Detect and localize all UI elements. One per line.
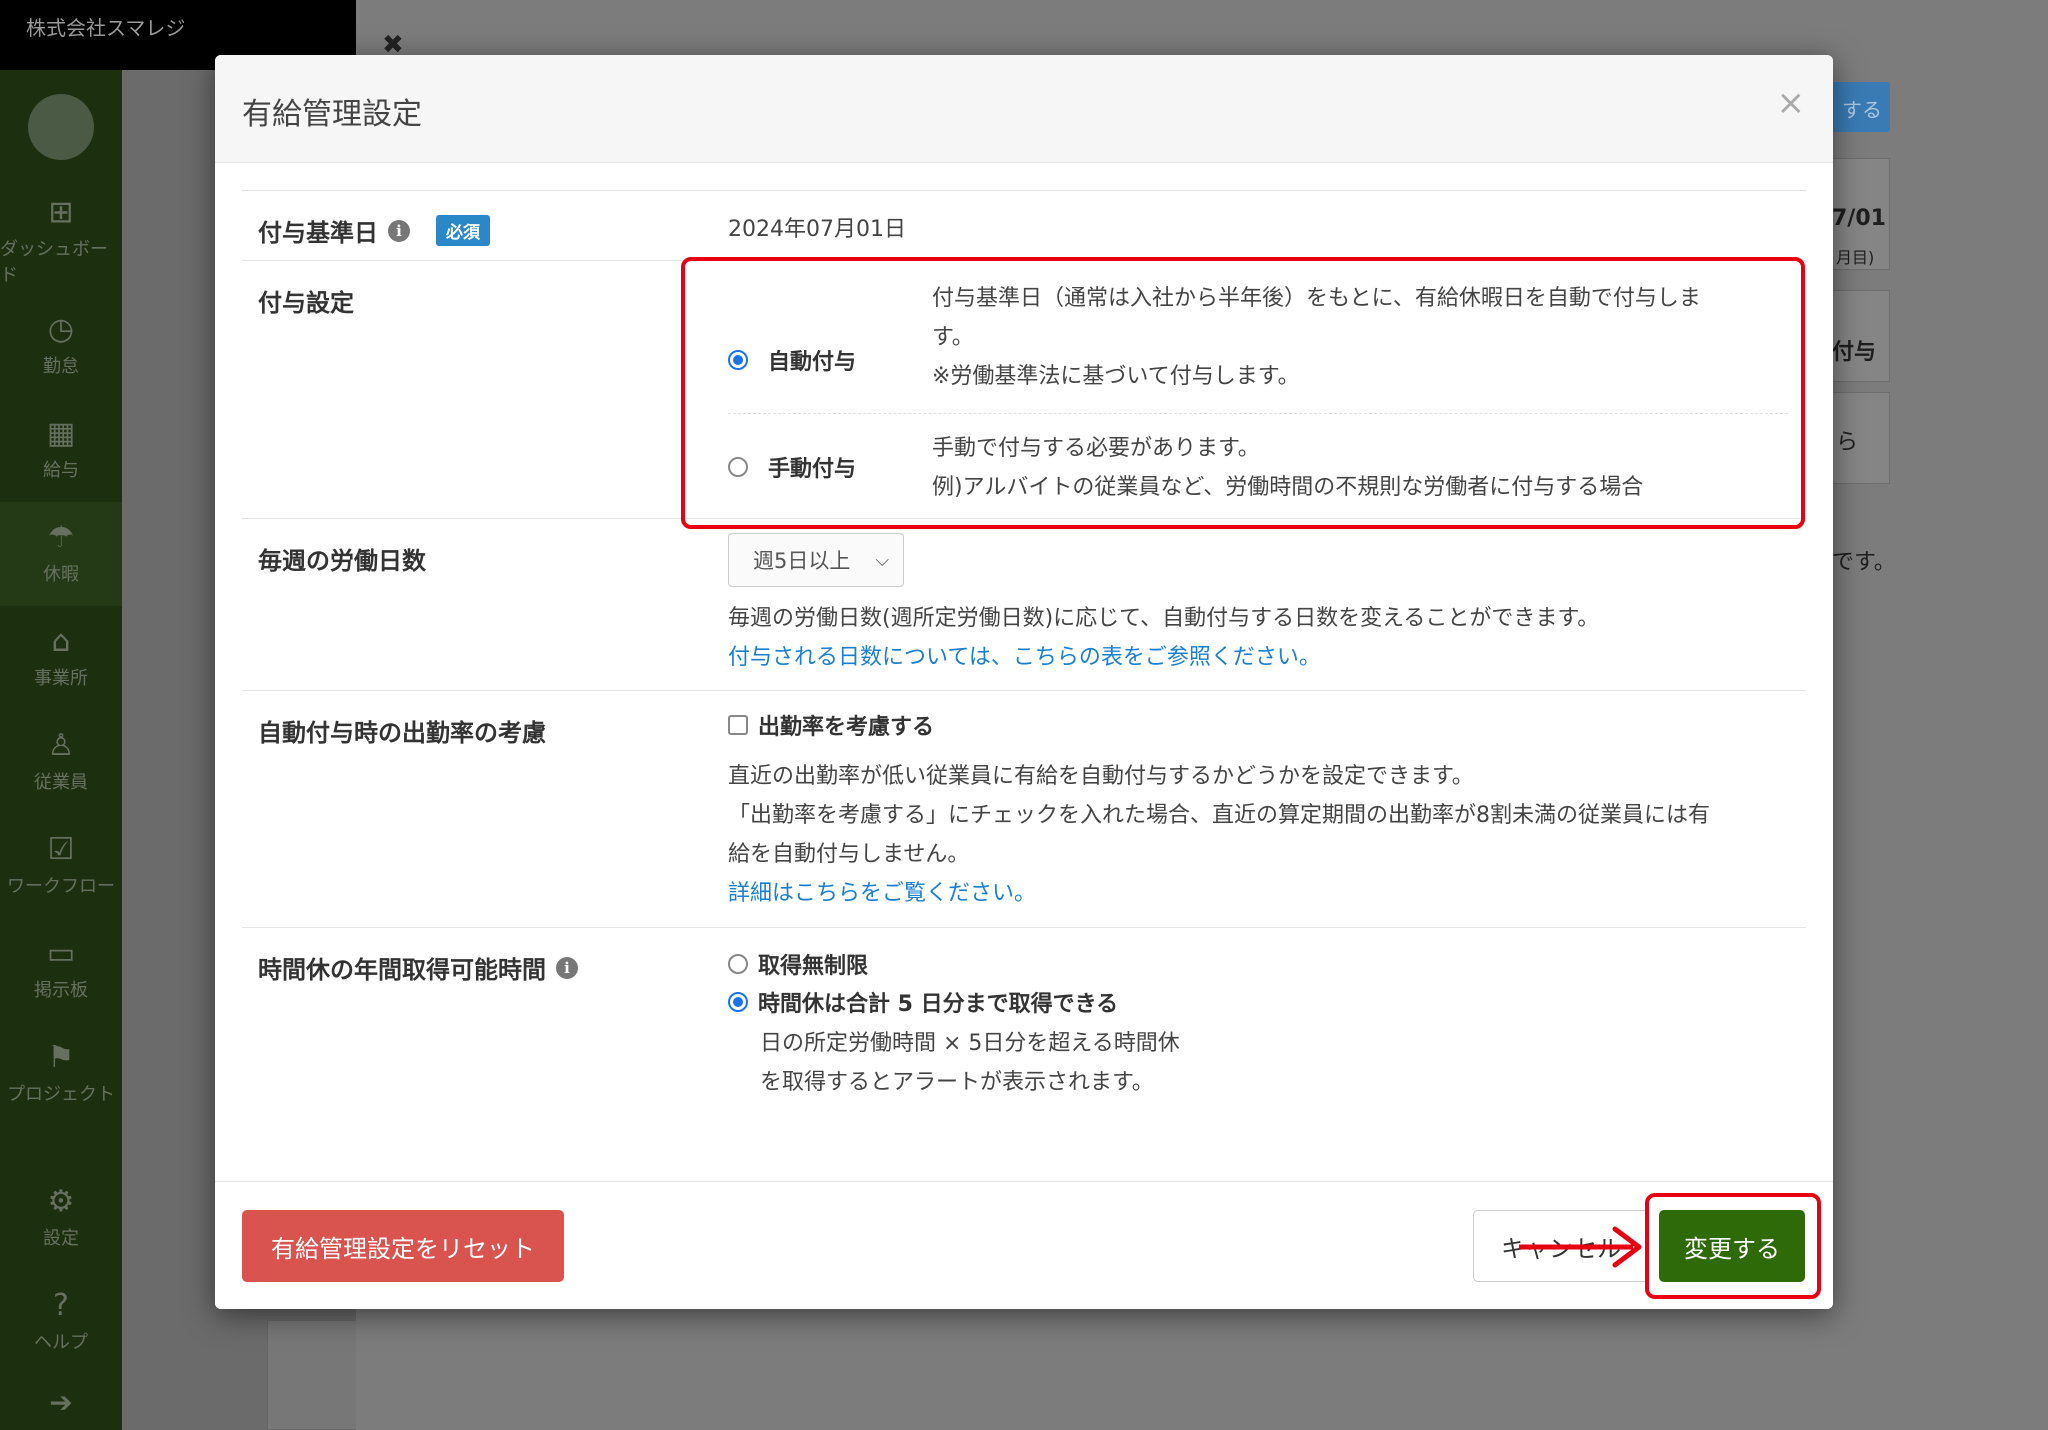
hourly-leave-note-line: を取得するとアラートが表示されます。 (760, 1070, 1154, 1095)
weekly-days-selected: 週5日以上 (753, 549, 851, 573)
sidebar-item[interactable]: ▦ 給与 (0, 398, 122, 502)
help-icon: ? (53, 1288, 69, 1323)
umbrella-icon: ☂ (47, 520, 75, 555)
sidebar-item[interactable]: ☑ ワークフロー (0, 814, 122, 918)
attendance-rate-checkbox-group[interactable]: 出勤率を考慮する (728, 709, 934, 741)
background-copy-fragment: ら (1836, 430, 1859, 455)
sidebar-item-label: 事業所 (34, 668, 88, 689)
sidebar-item[interactable]: ? ヘルプ (0, 1270, 122, 1374)
info-icon[interactable]: i (556, 956, 578, 979)
sidebar-item[interactable]: ☂ 休暇 (0, 502, 122, 606)
modal-header: 有給管理設定 × (215, 55, 1833, 163)
attendance-rate-desc-line: 「出勤率を考慮する」にチェックを入れた場合、直近の算定期間の出勤率が8割未満の従… (728, 803, 1711, 828)
sidebar-item[interactable]: ⌂ 事業所 (0, 606, 122, 710)
attendance-rate-help: 直近の出勤率が低い従業員に有給を自動付与するかどうかを設定できます。 「出勤率を… (728, 757, 1788, 913)
sidebar-item-label: ワークフロー (7, 876, 115, 897)
hourly-leave-label: 時間休の年間取得可能時間 i (258, 950, 578, 985)
sidebar-item[interactable]: ⊞ ダッシュボード (0, 190, 122, 294)
weekly-days-select[interactable]: 週5日以上 ⌵ (728, 533, 904, 587)
modal-title: 有給管理設定 (242, 97, 422, 132)
hourly-leave-limited-label: 時間休は合計 5 日分まで取得できる (758, 992, 1119, 1017)
hourly-leave-note-line: 日の所定労働時間 × 5日分を超える時間休 (760, 1031, 1180, 1056)
attendance-rate-desc-line: 直近の出勤率が低い従業員に有給を自動付与するかどうかを設定できます。 (728, 764, 1474, 789)
attendance-rate-details-link[interactable]: 詳細はこちらをご覧ください。 (728, 874, 1788, 913)
hourly-leave-unlimited-label: 取得無制限 (758, 954, 869, 979)
grant-base-date-row: 付与基準日 i 必須 2024年07月01日 (242, 190, 1806, 260)
submit-highlight (1645, 1193, 1821, 1299)
sidebar-item[interactable]: ⚙ 設定 (0, 1166, 122, 1270)
sidebar-item-label: ダッシュボード (0, 239, 108, 286)
sidebar-item-label: 給与 (43, 460, 79, 481)
sidebar-item-label: 従業員 (34, 772, 88, 793)
info-icon[interactable]: i (388, 219, 410, 242)
sidebar-item[interactable]: ▭ 掲示板 (0, 918, 122, 1022)
sidebar-item[interactable]: ♙ 従業員 (0, 710, 122, 814)
sidebar-item-label: 休暇 (43, 564, 79, 585)
sidebar-item-label: 掲示板 (34, 980, 88, 1001)
dashboard-icon: ⊞ (48, 195, 74, 230)
hourly-leave-note: 日の所定労働時間 × 5日分を超える時間休 を取得するとアラートが表示されます。 (760, 1024, 1180, 1102)
message-icon: ▭ (46, 936, 76, 971)
grant-base-date-label: 付与基準日 i 必須 (258, 213, 490, 248)
attendance-rate-row: 自動付与時の出勤率の考慮 出勤率を考慮する 直近の出勤率が低い従業員に有給を自動… (242, 690, 1806, 927)
weekly-days-row: 毎週の労働日数 週5日以上 ⌵ 毎週の労働日数(週所定労働日数)に応じて、自動付… (242, 518, 1806, 690)
grant-setting-label: 付与設定 (258, 289, 354, 317)
paid-leave-settings-modal: 有給管理設定 × 付与基準日 i 必須 2024年07月01日 付与設定 自動付… (215, 55, 1833, 1309)
hourly-leave-row: 時間休の年間取得可能時間 i 取得無制限 時間休は合計 5 日分まで取得できる … (242, 927, 1806, 1127)
company-name: 株式会社スマレジ (26, 16, 186, 40)
red-arrow-annotation (1519, 1226, 1642, 1268)
home-icon: ⌂ (51, 624, 71, 659)
grant-base-date-value: 2024年07月01日 (728, 217, 906, 242)
hourly-leave-unlimited-radio[interactable] (728, 954, 748, 974)
reset-settings-button[interactable]: 有給管理設定をリセット (242, 1210, 564, 1282)
sidebar-item-label: 設定 (43, 1228, 79, 1249)
grant-setting-highlight (681, 257, 1805, 529)
weekly-days-label: 毎週の労働日数 (258, 547, 426, 575)
grant-days-table-link[interactable]: 付与される日数については、こちらの表をご参照ください。 (728, 638, 1788, 677)
person-icon: ♙ (47, 728, 75, 763)
clock-icon: ◷ (47, 312, 75, 347)
hourly-leave-limited-option[interactable]: 時間休は合計 5 日分まで取得できる (728, 986, 1118, 1018)
background-date-fragment: 7/01 (1832, 206, 1886, 231)
sidebar-item-label: プロジェクト (7, 1084, 115, 1105)
avatar[interactable] (28, 94, 94, 160)
weekly-days-desc: 毎週の労働日数(週所定労働日数)に応じて、自動付与する日数を変えることができます… (728, 606, 1600, 631)
flag-icon: ⚑ (47, 1040, 75, 1075)
required-badge: 必須 (436, 215, 490, 246)
attendance-rate-desc-line: 給を自動付与しません。 (728, 842, 970, 867)
sidebar-item-label: 勤怠 (43, 356, 79, 377)
sidebar-item[interactable]: ◷ 勤怠 (0, 294, 122, 398)
chevron-down-icon: ⌵ (875, 549, 889, 571)
calculator-icon: ▦ (46, 416, 76, 451)
hourly-leave-limited-radio[interactable] (728, 992, 748, 1012)
gear-icon: ⚙ (47, 1184, 75, 1219)
sidebar-item-label: ヘルプ (34, 1332, 88, 1353)
background-grant-fragment: 付与 (1832, 340, 1877, 365)
attendance-rate-checkbox[interactable] (728, 715, 748, 735)
grant-base-date-label-text: 付与基準日 (258, 219, 378, 247)
attendance-rate-checkbox-label: 出勤率を考慮する (758, 715, 935, 740)
expand-arrow-icon[interactable]: ➔ (0, 1386, 122, 1419)
sidebar-item[interactable]: ⚑ プロジェクト (0, 1022, 122, 1126)
weekly-days-help: 毎週の労働日数(週所定労働日数)に応じて、自動付与する日数を変えることができます… (728, 599, 1788, 677)
background-sentence-fragment: です。 (1832, 550, 1896, 575)
attendance-rate-label: 自動付与時の出勤率の考慮 (258, 719, 546, 747)
hourly-leave-unlimited-option[interactable]: 取得無制限 (728, 948, 868, 980)
background-date-sub: 月目) (1836, 248, 1875, 267)
hourly-leave-label-text: 時間休の年間取得可能時間 (258, 956, 546, 984)
checklist-icon: ☑ (47, 832, 75, 867)
sidebar: ⊞ ダッシュボード ◷ 勤怠 ▦ 給与 ☂ 休暇 ⌂ 事業所 ♙ 従業員 ☑ ワークフロー ▭ 掲示板 ⚑ プロジ… (0, 70, 122, 1430)
close-icon[interactable]: × (1777, 83, 1806, 123)
